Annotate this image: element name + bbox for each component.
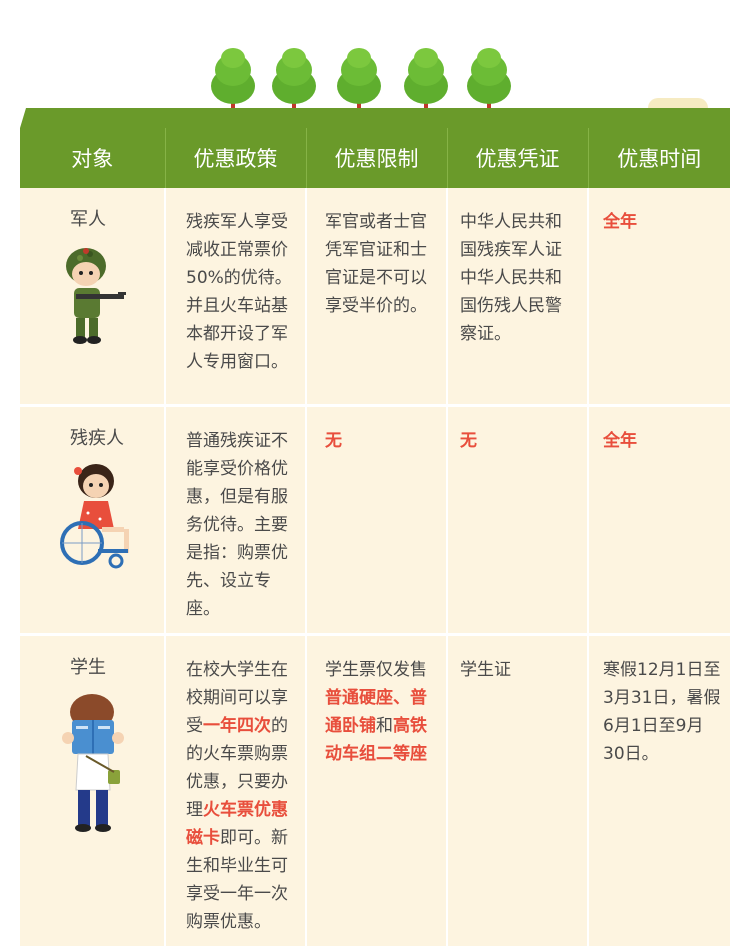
table-row-student: 学生 在校大学生在校期间可以享受一年四次的的火车票购票优惠，只要办理火车票优惠磁… <box>20 634 730 949</box>
cell-time: 寒假12月1日至3月31日，暑假6月1日至9月30日。 <box>588 634 730 949</box>
benefits-table: 对象 优惠政策 优惠限制 优惠凭证 优惠时间 军人 残疾军人享受减收正常票价50… <box>20 128 730 949</box>
student-reading-icon <box>62 693 124 832</box>
cell-limit: 军官或者士官凭军官证和士官证是不可以享受半价的。 <box>306 188 448 407</box>
cell-target: 残疾人 <box>20 405 166 636</box>
header-policy: 优惠政策 <box>165 128 307 188</box>
grass-band <box>20 108 730 128</box>
tree-icon <box>467 48 511 116</box>
cell-target: 学生 <box>20 634 166 949</box>
tree-icon <box>404 48 448 116</box>
soldier-icon <box>66 248 126 344</box>
tree-icon <box>272 48 316 116</box>
cell-policy: 在校大学生在校期间可以享受一年四次的的火车票购票优惠，只要办理火车票优惠磁卡即可… <box>165 634 307 949</box>
cell-time: 全年 <box>588 405 730 636</box>
cell-target: 军人 <box>20 188 166 407</box>
cell-proof: 无 <box>447 405 589 636</box>
target-label: 军人 <box>70 209 106 230</box>
cell-limit: 无 <box>306 405 448 636</box>
wheelchair-girl-icon <box>60 463 129 568</box>
header-proof: 优惠凭证 <box>447 128 589 188</box>
highlight-text: 一年四次 <box>203 715 271 736</box>
header-limit: 优惠限制 <box>306 128 448 188</box>
target-label: 残疾人 <box>70 427 124 449</box>
table-row-disabled: 残疾人 普通残疾证不能享受价格优惠，但是有服务优待。主要是指：购票优先、设立专座… <box>20 405 730 636</box>
limit-text: 和 <box>376 715 393 736</box>
tree-icon <box>337 48 381 116</box>
table-header-row: 对象 优惠政策 优惠限制 优惠凭证 优惠时间 <box>20 128 730 188</box>
table-row-military: 军人 残疾军人享受减收正常票价50%的优待。并且火车站基本都开设了军人专用窗口。… <box>20 188 730 407</box>
target-label: 学生 <box>70 656 106 678</box>
header-time: 优惠时间 <box>588 128 730 188</box>
cell-proof: 中华人民共和国残疾军人证中华人民共和国伤残人民警察证。 <box>447 188 589 407</box>
tree-icon <box>211 48 255 116</box>
cell-limit: 学生票仅发售普通硬座、普通卧铺和高铁动车组二等座 <box>306 634 448 949</box>
cell-time: 全年 <box>588 188 730 407</box>
cell-policy: 普通残疾证不能享受价格优惠，但是有服务优待。主要是指：购票优先、设立专座。 <box>165 405 307 636</box>
limit-text: 学生票仅发售 <box>325 659 427 680</box>
header-target: 对象 <box>20 128 166 188</box>
cell-policy: 残疾军人享受减收正常票价50%的优待。并且火车站基本都开设了军人专用窗口。 <box>165 188 307 407</box>
cell-proof: 学生证 <box>447 634 589 949</box>
